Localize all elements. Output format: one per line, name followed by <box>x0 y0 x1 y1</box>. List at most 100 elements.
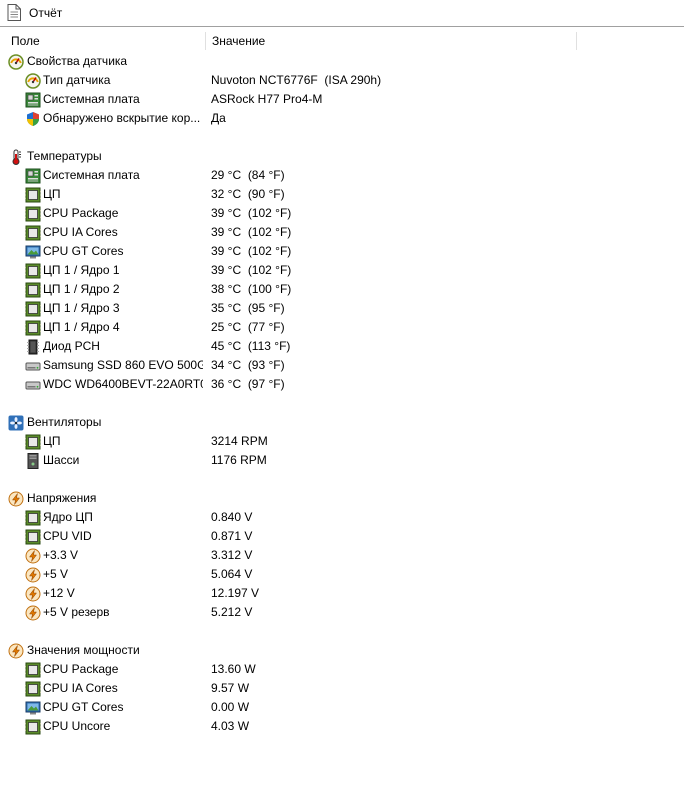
sensor-label: CPU GT Cores <box>43 700 124 714</box>
sensor-value: 3.312 V <box>211 548 253 562</box>
sensor-label: +12 V <box>43 586 75 600</box>
sensor-label: +5 V резерв <box>43 605 110 619</box>
cpu-chip-icon <box>25 301 41 317</box>
cpu-chip-icon <box>25 320 41 336</box>
motherboard-icon <box>25 168 41 184</box>
sensor-label: WDC WD6400BEVT-22A0RT0 <box>43 377 203 391</box>
drive-icon <box>25 377 41 393</box>
cpu-chip-icon <box>25 263 41 279</box>
sensor-row[interactable]: CPU IA Cores 9.57 W <box>0 679 684 698</box>
gpu-display-icon <box>25 700 41 716</box>
voltage-icon <box>25 548 41 564</box>
sensor-value: 13.60 W <box>211 662 256 676</box>
sensor-value: 29 °C (84 °F) <box>211 168 285 182</box>
sensor-row[interactable]: Шасси 1176 RPM <box>0 451 684 470</box>
voltage-icon <box>25 567 41 583</box>
sensor-row[interactable]: CPU Uncore 4.03 W <box>0 717 684 736</box>
sensor-value: 45 °C (113 °F) <box>211 339 291 353</box>
sensor-value: 39 °C (102 °F) <box>211 206 292 220</box>
cpu-chip-icon <box>25 681 41 697</box>
sensor-row[interactable]: ЦП 1 / Ядро 3 35 °C (95 °F) <box>0 299 684 318</box>
voltage-icon <box>8 643 24 659</box>
sensor-label: +5 V <box>43 567 69 581</box>
group-title: Вентиляторы <box>27 415 102 429</box>
drive-icon <box>25 358 41 374</box>
sensor-label: ЦП 1 / Ядро 3 <box>43 301 120 315</box>
sensor-row[interactable]: Диод PCH 45 °C (113 °F) <box>0 337 684 356</box>
sensor-value: 5.064 V <box>211 567 253 581</box>
voltage-icon <box>25 586 41 602</box>
sensor-row[interactable]: CPU GT Cores 0.00 W <box>0 698 684 717</box>
sensor-label: Шасси <box>43 453 80 467</box>
sensor-row[interactable]: +3.3 V 3.312 V <box>0 546 684 565</box>
sensor-row[interactable]: ЦП 32 °C (90 °F) <box>0 185 684 204</box>
sensor-row[interactable]: CPU Package 39 °C (102 °F) <box>0 204 684 223</box>
sensor-value: 39 °C (102 °F) <box>211 263 292 277</box>
chassis-icon <box>25 453 41 469</box>
sensor-label: +3.3 V <box>43 548 79 562</box>
sensor-value: 39 °C (102 °F) <box>211 244 292 258</box>
sensor-label: CPU VID <box>43 529 92 543</box>
group-header[interactable]: Вентиляторы <box>0 413 684 432</box>
cpu-chip-icon <box>25 529 41 545</box>
cpu-chip-icon <box>25 282 41 298</box>
sensor-label: Диод PCH <box>43 339 100 353</box>
sensor-label: CPU IA Cores <box>43 681 118 695</box>
report-button[interactable]: Отчёт <box>3 2 66 23</box>
sensor-row[interactable]: +12 V 12.197 V <box>0 584 684 603</box>
sensor-value: 12.197 V <box>211 586 260 600</box>
sensor-row[interactable]: Samsung SSD 860 EVO 500GB 34 °C (93 °F) <box>0 356 684 375</box>
sensor-label: Обнаружено вскрытие кор... <box>43 111 201 125</box>
sensor-row[interactable]: ЦП 1 / Ядро 2 38 °C (100 °F) <box>0 280 684 299</box>
column-header-field[interactable]: Поле <box>6 30 206 52</box>
cpu-chip-icon <box>25 510 41 526</box>
group-header[interactable]: Свойства датчика <box>0 52 684 71</box>
sensor-row[interactable]: CPU VID 0.871 V <box>0 527 684 546</box>
group-title: Значения мощности <box>27 643 140 657</box>
sensor-row[interactable]: Тип датчика Nuvoton NCT6776F (ISA 290h) <box>0 71 684 90</box>
sensor-row[interactable]: Обнаружено вскрытие кор... Да <box>0 109 684 128</box>
sensor-label: ЦП <box>43 187 61 201</box>
sensor-row[interactable]: ЦП 3214 RPM <box>0 432 684 451</box>
sensor-row[interactable]: Системная плата 29 °C (84 °F) <box>0 166 684 185</box>
sensor-value: 34 °C (93 °F) <box>211 358 285 372</box>
sensor-row[interactable]: Системная плата ASRock H77 Pro4-M <box>0 90 684 109</box>
sensor-value: 35 °C (95 °F) <box>211 301 285 315</box>
shield-icon <box>25 111 41 127</box>
sensor-row[interactable]: CPU IA Cores 39 °C (102 °F) <box>0 223 684 242</box>
report-button-label: Отчёт <box>29 5 63 20</box>
motherboard-icon <box>25 92 41 108</box>
sensor-label: CPU IA Cores <box>43 225 118 239</box>
sensor-row[interactable]: CPU GT Cores 39 °C (102 °F) <box>0 242 684 261</box>
sensor-gauge-icon <box>25 73 41 89</box>
group-title: Напряжения <box>27 491 97 505</box>
sensor-label: CPU GT Cores <box>43 244 124 258</box>
sensor-value: ASRock H77 Pro4-M <box>211 92 323 106</box>
sensor-row[interactable]: WDC WD6400BEVT-22A0RT0 36 °C (97 °F) <box>0 375 684 394</box>
sensor-label: Тип датчика <box>43 73 111 87</box>
sensor-row[interactable]: +5 V резерв 5.212 V <box>0 603 684 622</box>
sensor-value: 0.840 V <box>211 510 253 524</box>
sensor-label: CPU Uncore <box>43 719 111 733</box>
column-divider[interactable] <box>576 32 577 50</box>
cpu-chip-icon <box>25 662 41 678</box>
group-header[interactable]: Напряжения <box>0 489 684 508</box>
column-header-value[interactable]: Значение <box>206 30 576 52</box>
cpu-chip-icon <box>25 719 41 735</box>
sensor-value: 36 °C (97 °F) <box>211 377 285 391</box>
cpu-chip-icon <box>25 187 41 203</box>
group-title: Температуры <box>27 149 102 163</box>
sensor-row[interactable]: ЦП 1 / Ядро 1 39 °C (102 °F) <box>0 261 684 280</box>
group-header[interactable]: Значения мощности <box>0 641 684 660</box>
voltage-icon <box>25 605 41 621</box>
sensor-row[interactable]: CPU Package 13.60 W <box>0 660 684 679</box>
sensor-label: ЦП 1 / Ядро 4 <box>43 320 120 334</box>
sensor-row[interactable]: Ядро ЦП 0.840 V <box>0 508 684 527</box>
sensor-value: 39 °C (102 °F) <box>211 225 292 239</box>
sensor-row[interactable]: ЦП 1 / Ядро 4 25 °C (77 °F) <box>0 318 684 337</box>
sensor-label: Ядро ЦП <box>43 510 93 524</box>
group-header[interactable]: Температуры <box>0 147 684 166</box>
sensor-row[interactable]: +5 V 5.064 V <box>0 565 684 584</box>
sensor-value: 25 °C (77 °F) <box>211 320 285 334</box>
sensor-label: CPU Package <box>43 206 119 220</box>
